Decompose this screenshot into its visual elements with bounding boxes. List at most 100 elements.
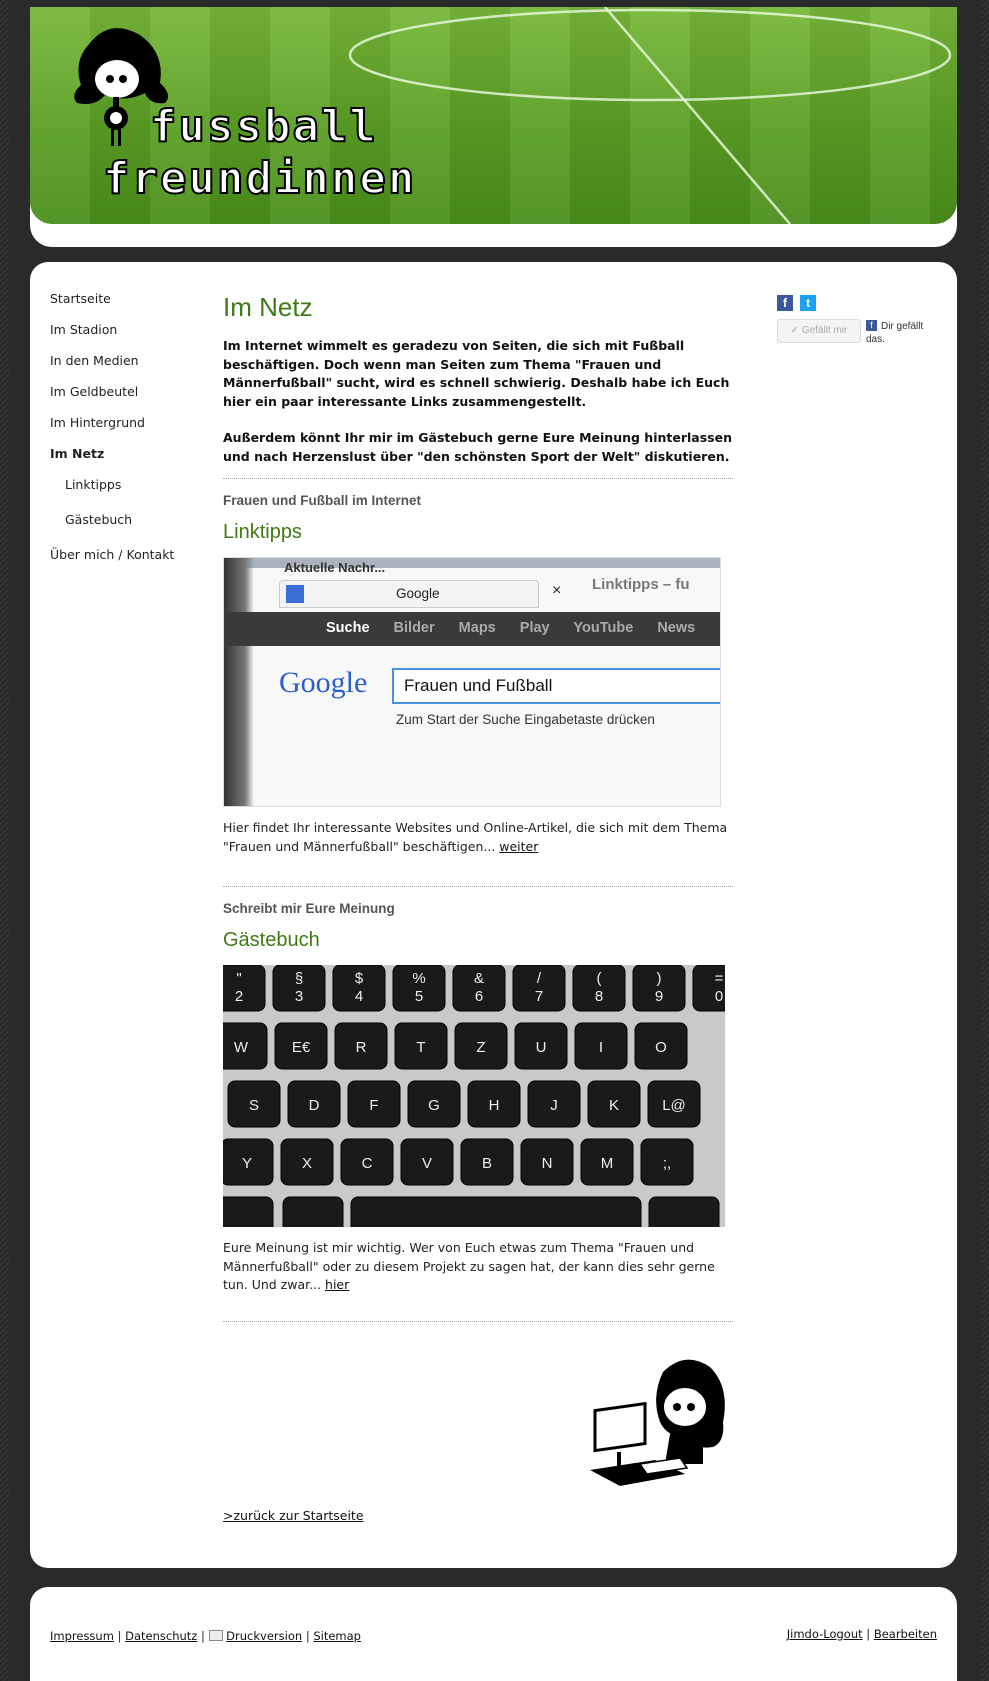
key-number: $4 xyxy=(332,965,386,1012)
girl-at-computer-illustration xyxy=(585,1352,735,1492)
key-letter: S xyxy=(227,1080,281,1128)
key-label: D xyxy=(309,1097,320,1114)
key-label: 2 xyxy=(235,988,243,1005)
key-label: J xyxy=(550,1097,558,1114)
key-label: 9 xyxy=(655,988,663,1005)
nav-item-linktipps[interactable]: Linktipps xyxy=(50,478,200,513)
keyboard-illustration: "2§3$4%5&6/7(8)9=0W E€ R T Z U I OS D F G H J K L@Y X C V… xyxy=(223,965,725,1227)
google-menu-bar: Suche Bilder Maps Play YouTube News xyxy=(326,620,695,636)
key-letter: V xyxy=(400,1138,454,1186)
intro-paragraph-2: Außerdem könnt Ihr mir im Gästebuch gern… xyxy=(223,430,732,464)
key-letter: M xyxy=(580,1138,634,1186)
key-number: )9 xyxy=(632,965,686,1012)
key-label: ) xyxy=(657,970,662,987)
key-label: & xyxy=(474,970,484,987)
nav-item-im-netz[interactable]: Im Netz xyxy=(50,447,200,478)
key-label: Z xyxy=(476,1039,485,1056)
key-label: Y xyxy=(242,1155,252,1172)
content-panel: Startseite Im Stadion In den Medien Im G… xyxy=(30,262,957,1568)
social-bar: f t ✓ Gefällt mir f Dir gefällt das. xyxy=(777,292,947,359)
like-button[interactable]: ✓ Gefällt mir xyxy=(777,319,861,343)
nav-item-im-stadion[interactable]: Im Stadion xyxy=(50,323,200,354)
back-to-home-anchor[interactable]: >zurück zur Startseite xyxy=(223,1508,364,1523)
linktipps-description: Hier findet Ihr interessante Websites un… xyxy=(223,820,728,854)
key-bottom xyxy=(223,1196,274,1227)
divider xyxy=(223,886,733,887)
key-label: ( xyxy=(597,970,602,987)
key-letter: Y xyxy=(223,1138,274,1186)
nav-item-gaestebuch[interactable]: Gästebuch xyxy=(50,513,200,548)
key-number: §3 xyxy=(272,965,326,1012)
key-letter: C xyxy=(340,1138,394,1186)
like-status: f Dir gefällt das. xyxy=(866,320,941,346)
google-menu-play: Play xyxy=(519,620,550,636)
key-label: B xyxy=(482,1155,492,1172)
section-kicker-linktipps: Frauen und Fußball im Internet xyxy=(223,493,422,508)
key-label: 0 xyxy=(715,988,723,1005)
key-letter: D xyxy=(287,1080,341,1128)
key-label: % xyxy=(412,970,425,987)
linktipps-image[interactable]: Aktuelle Nachr... Google × Linktipps – f… xyxy=(223,557,721,807)
site-footer: Impressum | Datenschutz | Druckversion |… xyxy=(30,1587,957,1681)
divider xyxy=(223,1320,733,1322)
page-title: Im Netz xyxy=(223,292,313,322)
gaestebuch-more-link[interactable]: hier xyxy=(325,1277,349,1292)
key-letter: F xyxy=(347,1080,401,1128)
footer-separator: | xyxy=(200,1629,205,1643)
key-letter: T xyxy=(394,1022,448,1070)
key-letter: Z xyxy=(454,1022,508,1070)
twitter-icon[interactable]: t xyxy=(800,295,817,311)
key-label: 8 xyxy=(595,988,603,1005)
site-logo[interactable]: fussball freundinnen xyxy=(55,23,415,213)
key-label: F xyxy=(369,1097,378,1114)
key-label: X xyxy=(302,1155,312,1172)
logout-link[interactable]: Jimdo-Logout xyxy=(787,1627,863,1641)
sitemap-link[interactable]: Sitemap xyxy=(313,1629,361,1643)
key-letter: ;, xyxy=(640,1138,694,1186)
key-label: 6 xyxy=(475,988,483,1005)
gaestebuch-image[interactable]: " 2 § 3 $4% 5 & 6/7(8) 9 = 0 W E€ R T Z U I O S D F G H J K L@ Y X C V… xyxy=(223,965,725,1227)
footer-admin-links: Jimdo-Logout | Bearbeiten xyxy=(787,1627,937,1641)
facebook-small-icon: f xyxy=(866,320,877,331)
key-label: 5 xyxy=(415,988,423,1005)
key-letter: G xyxy=(407,1080,461,1128)
back-to-home-link[interactable]: >zurück zur Startseite xyxy=(223,1508,364,1523)
section-heading-gaestebuch: Gästebuch xyxy=(223,929,320,951)
key-number: "2 xyxy=(223,965,266,1012)
key-letter: H xyxy=(467,1080,521,1128)
nav-item-im-hintergrund[interactable]: Im Hintergrund xyxy=(50,416,200,447)
google-search-hint: Zum Start der Suche Eingabetaste drücken xyxy=(396,712,655,727)
key-label: T xyxy=(416,1039,425,1056)
key-number: &6 xyxy=(452,965,506,1012)
key-letter: L@ xyxy=(647,1080,701,1128)
druckversion-link[interactable]: Druckversion xyxy=(226,1629,302,1643)
key-label: 4 xyxy=(355,988,363,1005)
nav-item-im-geldbeutel[interactable]: Im Geldbeutel xyxy=(50,385,200,416)
gaestebuch-description: Eure Meinung ist mir wichtig. Wer von Eu… xyxy=(223,1240,715,1292)
key-label: O xyxy=(655,1039,667,1056)
footer-separator: | xyxy=(866,1627,871,1641)
key-number: /7 xyxy=(512,965,566,1012)
nav-item-in-den-medien[interactable]: In den Medien xyxy=(50,354,200,385)
bearbeiten-link[interactable]: Bearbeiten xyxy=(874,1627,937,1641)
facebook-icon[interactable]: f xyxy=(777,295,793,311)
key-letter: K xyxy=(587,1080,641,1128)
key-letter: R xyxy=(334,1022,388,1070)
impressum-link[interactable]: Impressum xyxy=(50,1629,114,1643)
google-menu-bilder: Bilder xyxy=(393,620,435,636)
browser-tab-3: Linktipps – fu xyxy=(592,576,690,593)
key-letter: X xyxy=(280,1138,334,1186)
linktipps-more-link[interactable]: weiter xyxy=(499,839,538,854)
sidebar-nav: Startseite Im Stadion In den Medien Im G… xyxy=(50,292,200,579)
key-label: 3 xyxy=(295,988,303,1005)
divider xyxy=(223,478,733,479)
nav-item-ueber-mich[interactable]: Über mich / Kontakt xyxy=(50,548,200,579)
key-number: =0 xyxy=(692,965,725,1012)
main-content: Im Netz Im Internet wimmelt es geradezu … xyxy=(223,292,733,1336)
nav-item-startseite[interactable]: Startseite xyxy=(50,292,200,323)
google-menu-maps: Maps xyxy=(458,620,496,636)
google-menu-suche: Suche xyxy=(326,620,370,636)
intro-paragraph-1: Im Internet wimmelt es geradezu von Seit… xyxy=(223,338,730,409)
datenschutz-link[interactable]: Datenschutz xyxy=(125,1629,197,1643)
key-label: = xyxy=(715,970,724,987)
